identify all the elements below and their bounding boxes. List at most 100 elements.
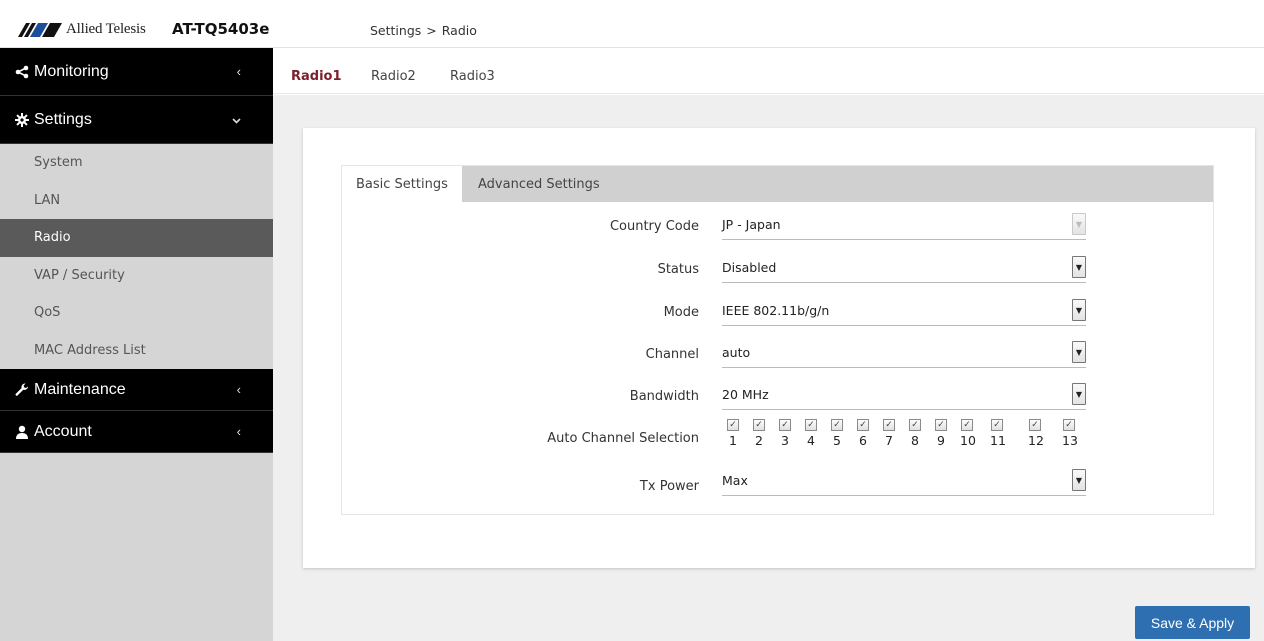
sidebar-item-lan[interactable]: LAN [0,182,273,220]
radio-settings-form: Basic Settings Advanced Settings Country… [341,165,1214,515]
sidebar-item-qos[interactable]: QoS [0,294,273,332]
chevron-down-icon[interactable]: ▼ [1072,256,1086,278]
channel-label: Channel [645,347,699,362]
user-icon [13,425,31,439]
sidebar-group-account[interactable]: Account ‹ [0,411,273,453]
check-icon[interactable]: ✓ [753,419,765,431]
channel-number: 10 [960,433,976,448]
check-icon[interactable]: ✓ [883,419,895,431]
auto-channel-row: Auto Channel Selection ✓ 1 ✓ 2 ✓ 3 ✓ 4 ✓ 5 ✓ 6… [342,414,1215,456]
share-icon [13,65,31,79]
settings-panel: Basic Settings Advanced Settings Country… [303,128,1255,568]
check-icon[interactable]: ✓ [935,419,947,431]
chevron-left-icon: ‹ [236,64,241,79]
channel-option[interactable]: ✓ 11 [990,419,1006,448]
breadcrumb: Settings > Radio [370,23,477,38]
tx-power-select[interactable]: Max ▼ [722,466,1086,496]
gear-icon [13,112,31,127]
chevron-down-icon[interactable]: ▼ [1072,383,1086,405]
status-select[interactable]: Disabled ▼ [722,253,1086,283]
country-code-value: JP - Japan [722,217,781,232]
sidebar-item-system[interactable]: System [0,144,273,182]
sidebar-item-radio[interactable]: Radio [0,219,273,257]
tab-radio3[interactable]: Radio3 [450,69,495,84]
check-icon[interactable]: ✓ [779,419,791,431]
channel-option[interactable]: ✓ 12 [1028,419,1044,448]
chevron-down-icon[interactable]: ▼ [1072,469,1086,491]
auto-channel-label: Auto Channel Selection [547,431,699,446]
tab-advanced-settings[interactable]: Advanced Settings [464,166,614,202]
tab-radio1[interactable]: Radio1 [291,69,342,84]
sidebar-group-label: Maintenance [34,380,126,398]
bandwidth-label: Bandwidth [629,389,699,404]
check-icon[interactable]: ✓ [831,419,843,431]
bandwidth-row: Bandwidth 20 MHz ▼ [342,372,1215,414]
check-icon[interactable]: ✓ [991,419,1003,431]
sidebar-group-monitoring[interactable]: Monitoring ‹ [0,48,273,96]
channel-option[interactable]: ✓ 5 [830,419,844,448]
channel-option[interactable]: ✓ 1 [726,419,740,448]
tab-basic-settings[interactable]: Basic Settings [342,166,462,202]
check-icon[interactable]: ✓ [1029,419,1041,431]
country-code-select: JP - Japan ▼ [722,210,1086,240]
channel-option[interactable]: ✓ 4 [804,419,818,448]
mode-row: Mode IEEE 802.11b/g/n ▼ [342,288,1215,330]
sidebar-group-label: Settings [34,110,92,128]
check-icon[interactable]: ✓ [857,419,869,431]
check-icon[interactable]: ✓ [1063,419,1075,431]
check-icon[interactable]: ✓ [805,419,817,431]
product-name: AT-TQ5403e [172,20,270,38]
sidebar-item-mac-address-list[interactable]: MAC Address List [0,332,273,370]
mode-select[interactable]: IEEE 802.11b/g/n ▼ [722,296,1086,326]
channel-row: Channel auto ▼ [342,330,1215,372]
channel-number: 5 [833,433,841,448]
chevron-left-icon: ‹ [236,382,241,397]
check-icon[interactable]: ✓ [727,419,739,431]
channel-option[interactable]: ✓ 8 [908,419,922,448]
country-code-row: Country Code JP - Japan ▼ [342,202,1215,244]
sidebar-group-settings[interactable]: Settings [0,96,273,144]
auto-channel-checkboxes: ✓ 1 ✓ 2 ✓ 3 ✓ 4 ✓ 5 ✓ 6 ✓ 7 ✓ 8 ✓ 9 ✓ 10 ✓ 11 ✓ 12 ✓… [726,419,1086,455]
save-apply-button[interactable]: Save & Apply [1135,606,1250,639]
main-content: Basic Settings Advanced Settings Country… [273,95,1264,641]
breadcrumb-radio: Radio [441,23,477,38]
sidebar-item-vap-security[interactable]: VAP / Security [0,257,273,295]
sidebar-group-maintenance[interactable]: Maintenance ‹ [0,369,273,411]
channel-option[interactable]: ✓ 13 [1062,419,1078,448]
bandwidth-value: 20 MHz [722,387,769,402]
mode-value: IEEE 802.11b/g/n [722,303,830,318]
chevron-down-icon [232,112,241,127]
mode-label: Mode [663,305,699,320]
chevron-down-icon[interactable]: ▼ [1072,299,1086,321]
channel-number: 1 [729,433,737,448]
channel-select[interactable]: auto ▼ [722,338,1086,368]
channel-number: 4 [807,433,815,448]
sidebar: Monitoring ‹ Settings System LAN Radio V… [0,48,273,641]
wrench-icon [13,383,31,397]
channel-number: 12 [1028,433,1044,448]
channel-value: auto [722,345,751,360]
channel-number: 6 [859,433,867,448]
channel-option[interactable]: ✓ 10 [960,419,976,448]
check-icon[interactable]: ✓ [961,419,973,431]
chevron-down-icon: ▼ [1072,213,1086,235]
chevron-down-icon[interactable]: ▼ [1072,341,1086,363]
tx-power-value: Max [722,473,748,488]
channel-option[interactable]: ✓ 3 [778,419,792,448]
channel-number: 9 [937,433,945,448]
breadcrumb-settings[interactable]: Settings [370,23,421,38]
radio-tabs: Radio1 Radio2 Radio3 [273,48,1264,94]
channel-number: 11 [990,433,1006,448]
channel-option[interactable]: ✓ 7 [882,419,896,448]
channel-option[interactable]: ✓ 6 [856,419,870,448]
status-row: Status Disabled ▼ [342,245,1215,287]
channel-number: 3 [781,433,789,448]
sidebar-group-label: Account [34,422,92,440]
bandwidth-select[interactable]: 20 MHz ▼ [722,380,1086,410]
channel-option[interactable]: ✓ 2 [752,419,766,448]
tab-radio2[interactable]: Radio2 [371,69,416,84]
top-header: Allied Telesis AT-TQ5403e Settings > Rad… [0,0,1264,48]
sidebar-group-label: Monitoring [34,62,109,80]
check-icon[interactable]: ✓ [909,419,921,431]
channel-option[interactable]: ✓ 9 [934,419,948,448]
